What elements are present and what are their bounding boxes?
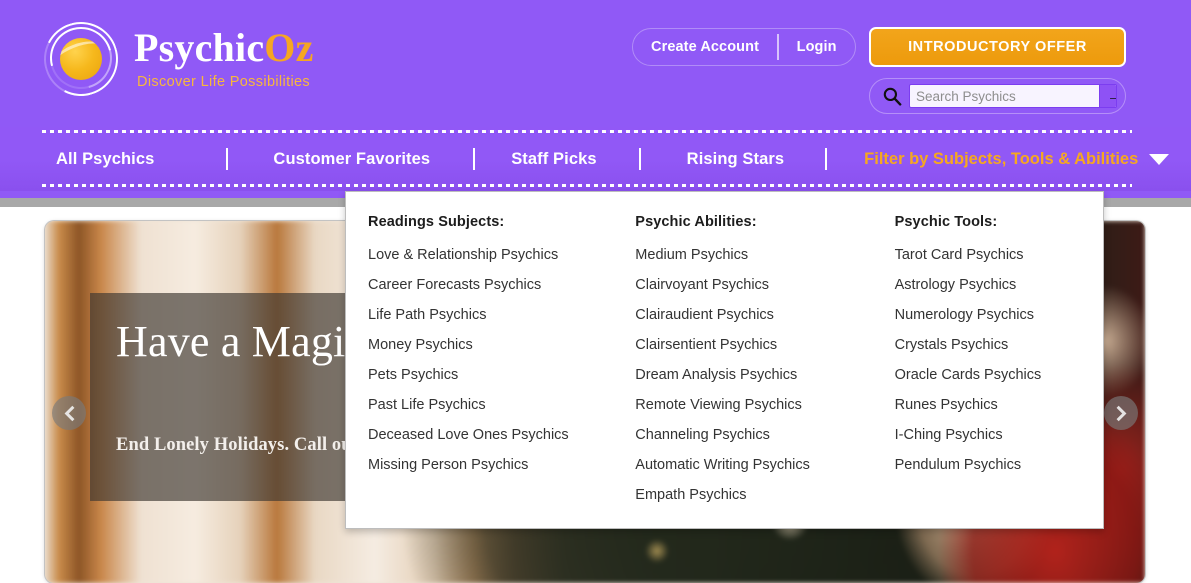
mega-menu-item[interactable]: Tarot Card Psychics — [895, 240, 1103, 270]
mega-menu-item[interactable]: Money Psychics — [368, 330, 613, 360]
mega-menu-column-psychic-tools: Psychic Tools: Tarot Card Psychics Astro… — [873, 214, 1103, 528]
mega-menu-item[interactable]: Runes Psychics — [895, 390, 1103, 420]
nav-item-rising-stars[interactable]: Rising Stars — [687, 150, 784, 169]
primary-navigation: All Psychics Customer Favorites Staff Pi… — [0, 127, 1191, 191]
mega-menu-item[interactable]: Life Path Psychics — [368, 300, 613, 330]
brand-name-accent: Oz — [264, 25, 314, 71]
site-logo[interactable]: PsychicOz Discover Life Possibilities — [34, 12, 314, 106]
search-submit-button[interactable]: → — [1099, 85, 1116, 107]
nav-items: All Psychics Customer Favorites Staff Pi… — [42, 127, 1170, 191]
mega-menu-item[interactable]: Clairsentient Psychics — [635, 330, 872, 360]
mega-menu-column-psychic-abilities: Psychic Abilities: Medium Psychics Clair… — [613, 214, 872, 528]
mega-menu-item[interactable]: Clairvoyant Psychics — [635, 270, 872, 300]
mega-menu-item[interactable]: Numerology Psychics — [895, 300, 1103, 330]
mega-menu-item[interactable]: Deceased Love Ones Psychics — [368, 420, 613, 450]
search-icon[interactable] — [882, 86, 902, 106]
mega-menu-heading: Readings Subjects: — [368, 214, 505, 230]
nav-divider — [473, 148, 476, 170]
brand-name-primary: Psychic — [134, 25, 265, 71]
logo-text: PsychicOz Discover Life Possibilities — [134, 28, 314, 90]
brand-wordmark: PsychicOz — [134, 28, 314, 68]
chevron-down-icon — [1149, 153, 1170, 165]
introductory-offer-button[interactable]: INTRODUCTORY OFFER — [869, 27, 1126, 67]
nav-item-staff-picks[interactable]: Staff Picks — [511, 150, 596, 169]
mega-menu-item[interactable]: Dream Analysis Psychics — [635, 360, 872, 390]
mega-menu-item[interactable]: Astrology Psychics — [895, 270, 1103, 300]
mega-menu-item[interactable]: Past Life Psychics — [368, 390, 613, 420]
filter-mega-menu: Readings Subjects: Love & Relationship P… — [345, 191, 1104, 529]
mega-menu-heading: Psychic Tools: — [894, 214, 998, 230]
chevron-left-icon[interactable] — [52, 396, 86, 430]
search-field-box: → — [909, 84, 1117, 108]
nav-filter-dropdown-toggle[interactable]: Filter by Subjects, Tools & Abilities — [864, 149, 1170, 169]
mega-menu-item[interactable]: Medium Psychics — [635, 240, 872, 270]
nav-divider — [825, 148, 828, 170]
mega-menu-item[interactable]: Missing Person Psychics — [368, 450, 613, 480]
mega-menu-item[interactable]: Pets Psychics — [368, 360, 613, 390]
mega-menu-item[interactable]: Pendulum Psychics — [895, 450, 1103, 480]
search-input[interactable] — [910, 85, 1099, 107]
mega-menu-item[interactable]: Remote Viewing Psychics — [635, 390, 872, 420]
site-header: PsychicOz Discover Life Possibilities Cr… — [0, 0, 1191, 198]
mega-menu-heading: Psychic Abilities: — [635, 214, 757, 230]
chevron-right-icon[interactable] — [1104, 396, 1138, 430]
psychic-orb-logo-icon — [34, 12, 128, 106]
page-root: PsychicOz Discover Life Possibilities Cr… — [0, 0, 1191, 583]
mega-menu-item[interactable]: Channeling Psychics — [635, 420, 872, 450]
create-account-button[interactable]: Create Account — [633, 29, 777, 65]
brand-tagline: Discover Life Possibilities — [137, 74, 311, 91]
nav-filter-label: Filter by Subjects, Tools & Abilities — [864, 149, 1139, 168]
nav-item-all-psychics[interactable]: All Psychics — [56, 150, 154, 169]
search-bar: → — [869, 78, 1126, 114]
login-button[interactable]: Login — [779, 29, 855, 65]
mega-menu-item[interactable]: Empath Psychics — [635, 480, 872, 510]
account-pill: Create Account Login — [632, 28, 856, 66]
nav-divider — [638, 148, 641, 170]
mega-menu-column-readings-subjects: Readings Subjects: Love & Relationship P… — [346, 214, 613, 528]
mega-menu-item[interactable]: I-Ching Psychics — [895, 420, 1103, 450]
mega-menu-item[interactable]: Career Forecasts Psychics — [368, 270, 613, 300]
mega-menu-item[interactable]: Love & Relationship Psychics — [368, 240, 613, 270]
nav-item-customer-favorites[interactable]: Customer Favorites — [273, 150, 430, 169]
mega-menu-item[interactable]: Automatic Writing Psychics — [635, 450, 872, 480]
mega-menu-item[interactable]: Oracle Cards Psychics — [895, 360, 1103, 390]
mega-menu-item[interactable]: Crystals Psychics — [895, 330, 1103, 360]
nav-divider — [226, 148, 229, 170]
mega-menu-item[interactable]: Clairaudient Psychics — [635, 300, 872, 330]
